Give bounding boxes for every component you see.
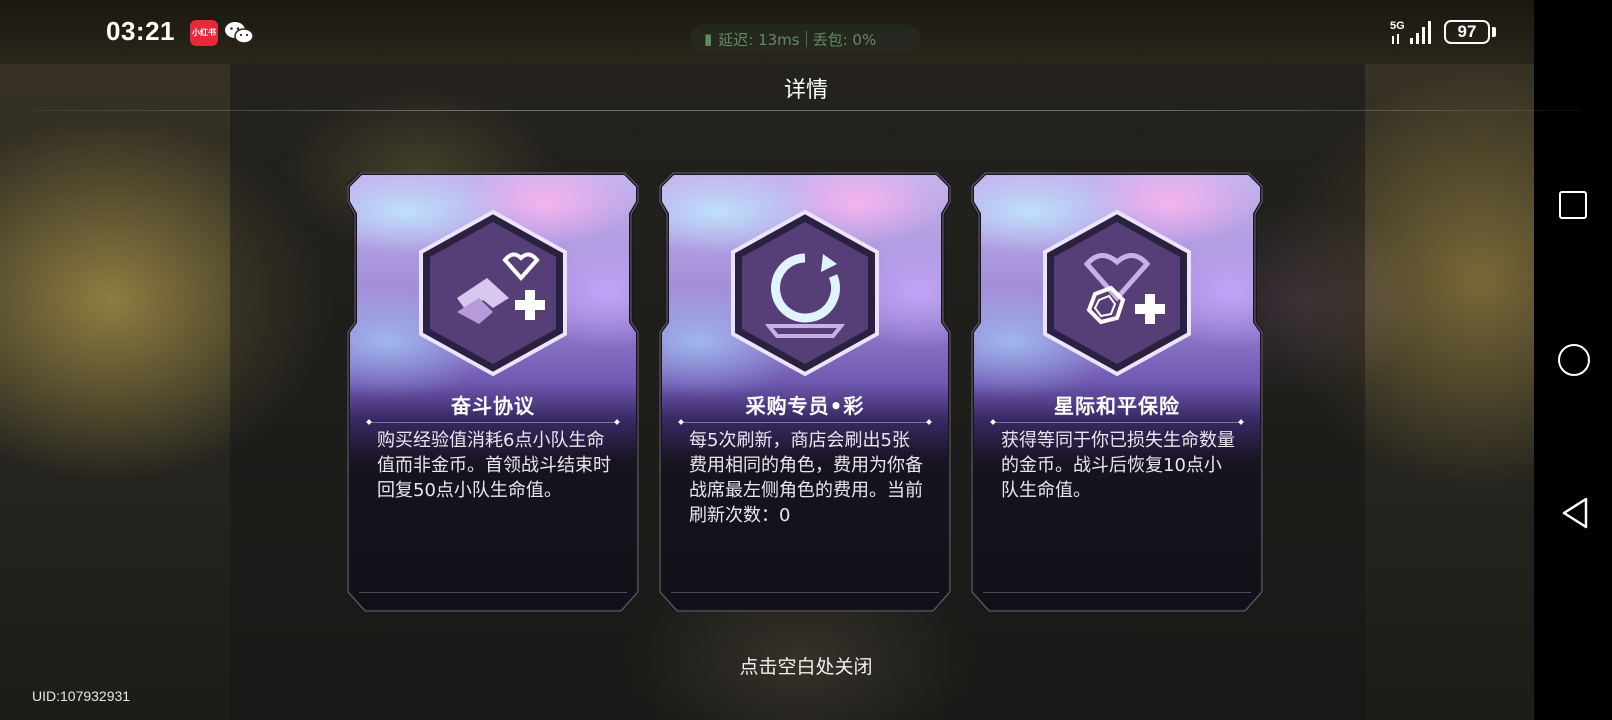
user-id: UID:107932931 bbox=[32, 688, 131, 704]
card-title: 采购专员•彩 bbox=[745, 394, 865, 418]
network-status: ▮ 延迟: 13ms 丢包: 0% bbox=[690, 24, 920, 54]
buff-card-3[interactable]: 星际和平保险 获得等同于你已损失生命数量的金币。战斗后恢复10点小队生命值。 bbox=[971, 172, 1263, 612]
home-button[interactable] bbox=[1558, 344, 1590, 376]
card-title: 星际和平保险 bbox=[1054, 394, 1180, 418]
network-type-label: 5G bbox=[1390, 20, 1405, 32]
card-description: 购买经验值消耗6点小队生命值而非金币。首领战斗结束时回复50点小队生命值。 bbox=[377, 430, 611, 501]
card-divider bbox=[681, 422, 929, 423]
signal-bars-icon: ▮ bbox=[704, 30, 713, 48]
heart-coin-plus-icon bbox=[1043, 209, 1191, 377]
buff-card-1[interactable]: 奋斗协议 购买经验值消耗6点小队生命值而非金币。首领战斗结束时回复50点小队生命… bbox=[347, 172, 639, 612]
close-hint[interactable]: 点击空白处关闭 bbox=[0, 652, 1612, 679]
dialog-title: 详情 bbox=[783, 78, 828, 103]
back-button[interactable] bbox=[1560, 496, 1590, 530]
recent-apps-button[interactable] bbox=[1559, 191, 1587, 219]
card-divider bbox=[993, 422, 1241, 423]
card-description: 每5次刷新，商店会刷出5张费用相同的角色，费用为你备战席最左侧角色的费用。当前刷… bbox=[689, 430, 923, 526]
cellular-signal-icon: 5G bbox=[1390, 20, 1431, 44]
battery-tip bbox=[1492, 27, 1496, 37]
refresh-icon bbox=[731, 209, 879, 377]
packet-loss-text: 丢包: 0% bbox=[812, 30, 877, 49]
battery-indicator: 97 bbox=[1444, 20, 1490, 44]
status-time: 03:21 bbox=[106, 16, 175, 46]
title-divider bbox=[32, 110, 1580, 111]
xiaohongshu-icon: 小红书 bbox=[190, 20, 218, 46]
card-description: 获得等同于你已损失生命数量的金币。战斗后恢复10点小队生命值。 bbox=[1001, 430, 1235, 501]
heart-arrow-plus-icon bbox=[419, 209, 567, 377]
wechat-icon bbox=[225, 22, 254, 44]
card-footer-line bbox=[671, 592, 939, 593]
divider bbox=[805, 31, 807, 47]
latency-text: 延迟: 13ms bbox=[718, 30, 800, 49]
card-footer-line bbox=[359, 592, 627, 593]
card-divider bbox=[369, 422, 617, 423]
card-title: 奋斗协议 bbox=[451, 394, 535, 418]
buff-card-2[interactable]: 采购专员•彩 每5次刷新，商店会刷出5张费用相同的角色，费用为你备战席最左侧角色… bbox=[659, 172, 951, 612]
card-footer-line bbox=[983, 592, 1251, 593]
